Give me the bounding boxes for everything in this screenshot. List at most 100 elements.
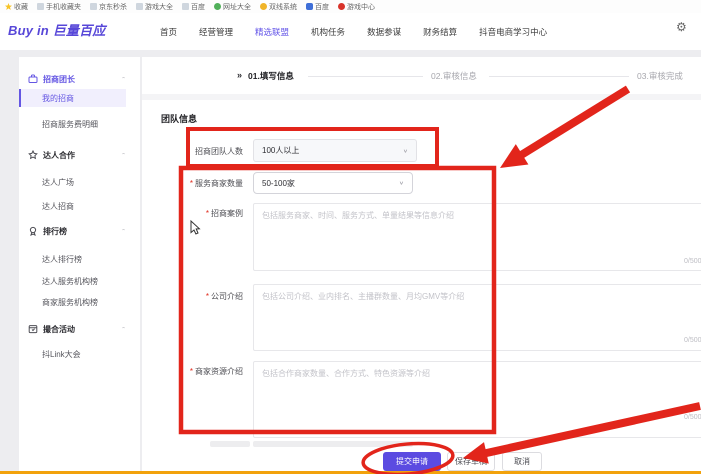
cancel-button[interactable]: 取消 [502,452,542,471]
medal-icon [28,226,38,236]
bookmark-item[interactable]: 手机收藏夹 [37,2,81,12]
bookmark-label: 京东秒杀 [99,2,127,12]
gear-icon[interactable]: ⚙ [676,21,687,33]
nav-item-home[interactable]: 首页 [160,26,177,38]
bookmark-label: 网址大全 [223,2,251,12]
game-icon [260,3,267,10]
game-icon [338,3,345,10]
sidebar-item-service-fee-detail[interactable]: 招商服务费明细 [19,115,140,133]
nav-item-tasks[interactable]: 机构任务 [311,26,345,38]
bookmark-item[interactable]: 网址大全 [214,2,251,12]
case-char-counter: 0/500 [684,258,701,265]
step-review-done: 03.审核完成 [637,70,683,82]
step-divider [489,76,629,77]
bookmarks-bar: 收藏 手机收藏夹 京东秒杀 游戏大全 百度 网址大全 双线系统 百度 游戏中心 [0,0,701,13]
stepper-chevron-icon: » [237,70,242,80]
company-textarea[interactable]: 包括公司介绍、业内排名、主播群数量、月均GMV等介绍 [253,284,701,351]
folder-icon [182,3,189,10]
sidebar-item-doulink[interactable]: 抖Link大会 [19,345,140,363]
team-size-value: 100人以上 [262,145,299,156]
field-label-merchant-count: 服务商家数量 [161,178,243,189]
star-icon [5,3,12,10]
step-divider [308,76,423,77]
bookmark-label: 手机收藏夹 [46,2,81,12]
chevron-up-icon: ⌃ [121,152,126,158]
bookmark-item[interactable]: 百度 [306,2,329,12]
sidebar-item-label: 达人排行榜 [42,254,82,265]
sidebar-group-label: 达人合作 [43,150,75,161]
section-title: 团队信息 [161,112,197,125]
sidebar-group-rankings[interactable]: 排行榜 ⌃ [19,222,140,240]
sidebar-item-label: 达人广场 [42,177,74,188]
nav-item-learning[interactable]: 抖音电商学习中心 [479,26,547,38]
field-label-team-size: 招商团队人数 [161,146,243,157]
case-placeholder: 包括服务商家、时间、服务方式、单量结果等信息介绍 [262,211,454,220]
sidebar-item-merchant-agency-ranking[interactable]: 商家服务机构榜 [19,293,140,311]
sidebar-item-talent-merchant[interactable]: 达人招商 [19,197,140,215]
faded-field-value [253,441,413,447]
bookmark-label: 游戏大全 [145,2,173,12]
sidebar-item-my-merchant[interactable]: 我的招商 [19,89,126,107]
bookmark-item[interactable]: 收藏 [5,2,28,12]
sidebar-group-merchant-leader[interactable]: 招商团长 ⌃ [19,70,140,88]
sidebar-item-label: 招商服务费明细 [42,119,98,130]
divider-band [142,94,701,100]
sidebar-item-label: 达人服务机构榜 [42,276,98,287]
briefcase-icon [28,74,38,84]
sidebar-group-matchmaking[interactable]: 撮合活动 ⌃ [19,320,140,338]
top-nav: 首页 经营管理 精选联盟 机构任务 数据参谋 财务结算 抖音电商学习中心 [160,13,547,50]
merchant-count-value: 50-100家 [262,178,295,189]
bookmark-item[interactable]: 游戏中心 [338,2,375,12]
case-textarea[interactable]: 包括服务商家、时间、服务方式、单量结果等信息介绍 [253,203,701,271]
nav-item-finance[interactable]: 财务结算 [423,26,457,38]
field-label-resources: 商家资源介绍 [161,366,243,377]
resources-placeholder: 包括合作商家数量、合作方式、特色资源等介绍 [262,369,430,378]
submit-button[interactable]: 提交申请 [383,452,441,471]
folder-icon [37,3,44,10]
sidebar-item-talent-plaza[interactable]: 达人广场 [19,173,140,191]
company-placeholder: 包括公司介绍、业内排名、主播群数量、月均GMV等介绍 [262,292,464,301]
bookmark-label: 双线系统 [269,2,297,12]
sidebar-item-label: 我的招商 [42,93,74,104]
step-review-info: 02.审核信息 [431,70,477,82]
folder-icon [136,3,143,10]
bookmark-label: 百度 [191,2,205,12]
bookmark-label: 收藏 [14,2,28,12]
merchant-count-select[interactable]: 50-100家 ∨ [253,172,413,194]
sidebar-item-talent-agency-ranking[interactable]: 达人服务机构榜 [19,272,140,290]
site-icon [306,3,313,10]
nav-item-alliance[interactable]: 精选联盟 [255,26,289,38]
chevron-down-icon: ∨ [403,148,408,154]
sidebar-item-label: 达人招商 [42,201,74,212]
sidebar-group-talent-coop[interactable]: 达人合作 ⌃ [19,146,140,164]
resources-char-counter: 0/500 [684,414,701,421]
bookmark-item[interactable]: 双线系统 [260,2,297,12]
resources-textarea[interactable]: 包括合作商家数量、合作方式、特色资源等介绍 [253,361,701,438]
bookmark-label: 游戏中心 [347,2,375,12]
team-size-select[interactable]: 100人以上 ∨ [253,139,417,162]
bookmark-label: 百度 [315,2,329,12]
nav-item-data[interactable]: 数据参谋 [367,26,401,38]
calendar-icon [28,324,38,334]
app-logo[interactable]: Buy in 巨量百应 [8,20,106,39]
sidebar-item-talent-ranking[interactable]: 达人排行榜 [19,250,140,268]
chevron-down-icon: ∨ [399,180,404,186]
field-label-case: 招商案例 [161,208,243,219]
globe-icon [214,3,221,10]
sidebar-group-label: 招商团长 [43,74,75,85]
folder-icon [90,3,97,10]
chevron-up-icon: ⌃ [121,228,126,234]
company-char-counter: 0/500 [684,337,701,344]
nav-item-manage[interactable]: 经营管理 [199,26,233,38]
sidebar-group-label: 排行榜 [43,226,67,237]
sidebar-item-label: 商家服务机构榜 [42,297,98,308]
save-draft-button[interactable]: 保存草稿 [447,452,495,471]
bookmark-item[interactable]: 百度 [182,2,205,12]
bookmark-item[interactable]: 京东秒杀 [90,2,127,12]
star-icon [28,150,38,160]
bookmark-item[interactable]: 游戏大全 [136,2,173,12]
sidebar-item-label: 抖Link大会 [42,349,81,360]
field-label-company: 公司介绍 [161,291,243,302]
sidebar: 招商团长 ⌃ 我的招商 招商服务费明细 达人合作 ⌃ 达人广场 达人招商 排行榜… [19,57,140,471]
faded-field-label [210,441,250,447]
